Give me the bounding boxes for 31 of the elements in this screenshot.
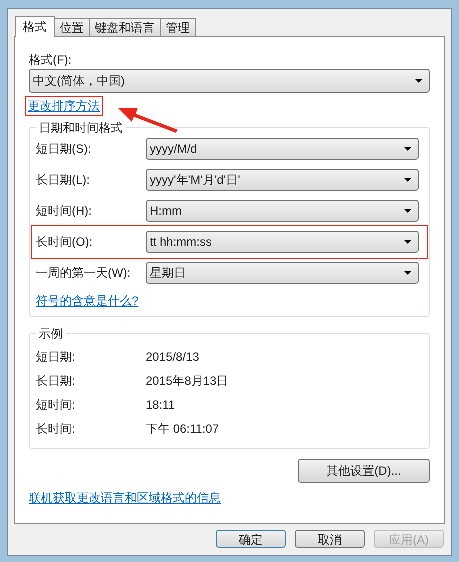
tab[interactable]: 位置 — [55, 18, 90, 36]
field-label: 长时间(O): — [36, 234, 94, 251]
example-label: 短日期: — [36, 349, 76, 364]
field-label: 一周的第一天(W): — [36, 265, 132, 282]
format-dropdown[interactable]: 星期日 — [146, 262, 419, 284]
field-label: 短日期(S): — [36, 141, 92, 158]
sort-method-link[interactable]: 更改排序方法 — [26, 97, 102, 115]
field-label: 长日期(L): — [36, 172, 91, 189]
example-value: 2015/8/13 — [146, 349, 200, 364]
online-info-link[interactable]: 联机获取更改语言和区域格式的信息 — [29, 491, 221, 505]
example-label: 长日期: — [36, 373, 76, 388]
tab[interactable]: 格式 — [15, 16, 55, 37]
dialog-button[interactable]: 确定 — [216, 530, 286, 548]
group-title: 日期和时间格式 — [36, 119, 126, 137]
other-settings-button[interactable]: 其他设置(D)... — [298, 459, 430, 483]
example-value: 2015年8月13日 — [146, 373, 229, 388]
symbols-help-link[interactable]: 符号的含意是什么? — [36, 292, 139, 310]
format-dropdown[interactable]: yyyy'年'M'月'd'日' — [146, 169, 419, 191]
format-dropdown[interactable]: H:mm — [146, 200, 419, 222]
format-dropdown[interactable]: tt hh:mm:ss — [146, 231, 419, 253]
example-label: 短时间: — [36, 397, 76, 412]
example-value: 下午 06:11:07 — [146, 421, 220, 436]
field-label: 短时间(H): — [36, 203, 93, 220]
example-label: 长时间: — [36, 421, 76, 436]
dialog-button[interactable]: 取消 — [295, 530, 365, 548]
example-value: 18:11 — [146, 397, 176, 412]
tab[interactable]: 键盘和语言 — [90, 18, 161, 36]
tab[interactable]: 管理 — [161, 18, 196, 36]
format-dropdown[interactable]: 中文(简体，中国) — [29, 69, 430, 93]
format-label: 格式(F): — [29, 52, 73, 69]
format-dropdown[interactable]: yyyy/M/d — [146, 138, 419, 160]
